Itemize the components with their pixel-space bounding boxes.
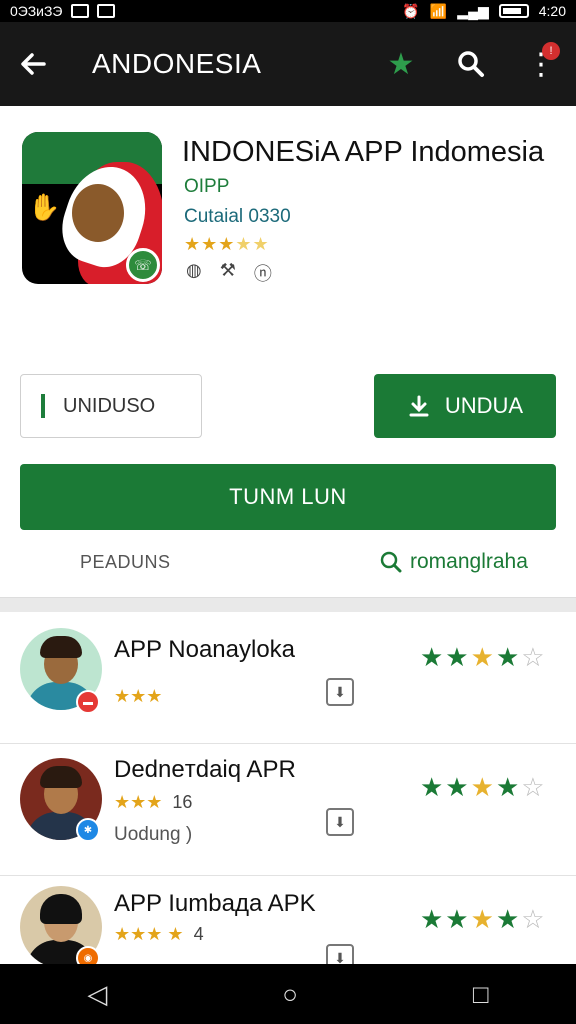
signal-icon: ▂▄▆ [457, 2, 489, 19]
app-name: INDONESiA APP Indomesia [182, 136, 545, 168]
notification-badge: ! [542, 42, 560, 60]
developer-link[interactable]: OIPP [184, 176, 229, 198]
star-add-icon: ★ [387, 47, 415, 81]
nav-home-button[interactable]: ○ [282, 979, 298, 1010]
tab-right-label: romanglraha [410, 550, 528, 573]
alarm-icon: ⏰ [402, 2, 420, 19]
list-item[interactable]: ▬ APP Noanayloka ★★★ ⬇ ★★★★☆ [0, 612, 576, 744]
app-icon-face [72, 184, 124, 242]
section-divider [0, 598, 576, 612]
app-list: ▬ APP Noanayloka ★★★ ⬇ ★★★★☆ ✱ Dedneтdai… [0, 612, 576, 964]
list-item-rating: ★★★★☆ [420, 904, 547, 934]
list-item-rating-count: 4 [193, 924, 204, 944]
page-title: ANDONESIA [92, 48, 262, 79]
list-item-stars-text: ★★★ ★ [114, 924, 184, 944]
list-item-rating-count: 16 [172, 792, 193, 812]
app-rating-stars: ★★★★★ [184, 234, 270, 254]
download-button[interactable]: UNDUA [374, 374, 556, 438]
list-item-title: Dedneтdaiq APR [114, 756, 296, 783]
nav-back-button[interactable]: ◁ [87, 979, 107, 1010]
wishlist-button[interactable]: ★ [366, 22, 436, 106]
list-item-subtitle: Uodung ) [114, 824, 193, 845]
search-icon [458, 51, 484, 77]
nav-recents-button[interactable]: □ [473, 979, 489, 1010]
info-icon: ⓝ [253, 264, 272, 284]
app-badge-icon: ▬ [76, 690, 100, 714]
list-item[interactable]: ✱ Dedneтdaiq APR ★★★ 16 Uodung ) ⬇ ★★★★☆ [0, 744, 576, 876]
avatar-hair [40, 766, 82, 788]
waving-hand-icon: ✋ [28, 192, 61, 222]
app-badge-icon: ◉ [76, 946, 100, 964]
secondary-button-label: UNIDUSO [63, 394, 156, 417]
button-accent-bar [41, 394, 45, 418]
tab-left[interactable]: PEADUNS [80, 552, 171, 573]
avatar-hair [40, 894, 82, 924]
category-label[interactable]: Cutaial 0330 [184, 206, 291, 228]
battery-icon [498, 4, 529, 18]
arrow-left-icon [21, 53, 46, 75]
app-badge-icon: ✱ [76, 818, 100, 842]
install-button-label: TUNM LUN [229, 484, 347, 509]
search-button[interactable] [436, 22, 506, 106]
download-icon[interactable]: ⬇ [326, 808, 354, 836]
mail-icon [96, 4, 115, 18]
download-button-label: UNDUA [444, 393, 524, 418]
download-icon[interactable]: ⬇ [326, 678, 354, 706]
app-header-card: ✋ ☏ INDONESiA APP Indomesia OIPP Cutaial… [0, 106, 576, 598]
list-item-rating: ★★★★☆ [420, 772, 547, 802]
secondary-button[interactable]: UNIDUSO [20, 374, 202, 438]
status-right: ⏰ 📶 ▂▄▆ 4:20 [402, 3, 566, 20]
app-icon: ✋ ☏ [22, 132, 162, 284]
status-time: 4:20 [538, 3, 566, 19]
whatsapp-icon: ☏ [126, 248, 160, 282]
avatar-hair [40, 636, 82, 658]
back-button[interactable] [0, 22, 66, 106]
rating-badge-icon: ◍ [186, 260, 202, 280]
list-item-rating: ★★★★☆ [420, 642, 547, 672]
app-bar: ANDONESIA ★ ⋮ ! [0, 22, 576, 106]
wifi-icon: 📶 [429, 2, 448, 19]
list-item-title: APP Noanayloka [114, 636, 296, 663]
message-icon [70, 4, 89, 18]
overflow-menu-button[interactable]: ⋮ ! [506, 22, 576, 106]
search-icon [380, 551, 402, 573]
status-left: 0ЭЗиЗЭ [10, 3, 115, 19]
list-item-stars-text: ★★★ [114, 792, 163, 812]
status-carrier-text: 0ЭЗиЗЭ [10, 3, 63, 19]
install-button[interactable]: TUNM LUN [20, 464, 556, 530]
tools-icon: ⚒ [219, 260, 236, 280]
list-item-stars: ★★★ 16 [114, 792, 192, 813]
status-bar: 0ЭЗиЗЭ ⏰ 📶 ▂▄▆ 4:20 [0, 0, 576, 22]
list-item-stars: ★★★ ★ 4 [114, 924, 204, 945]
content-rating-icons: ◍ ⚒ ⓝ [186, 260, 272, 286]
list-item-stars-text: ★★★ [114, 686, 163, 706]
list-item[interactable]: ◉ APP Iumbaдa APK ★★★ ★ 4 ⬇ ★★★★☆ [0, 876, 576, 964]
system-nav-bar: ◁ ○ □ [0, 964, 576, 1024]
list-item-stars: ★★★ [114, 686, 162, 707]
download-icon[interactable]: ⬇ [326, 944, 354, 964]
list-item-title: APP Iumbaдa APK [114, 890, 316, 917]
download-icon [409, 395, 429, 417]
tab-right[interactable]: romanglraha [380, 550, 528, 574]
